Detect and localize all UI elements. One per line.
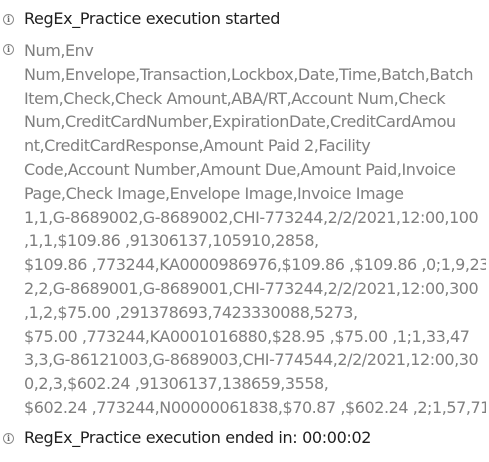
log-output-line: Num,CreditCardNumber,ExpirationDate,Cred… — [24, 112, 456, 132]
log-output-line: ,1,2,$75.00 ,291378693,7423330088,5273, — [24, 302, 358, 322]
log-entry-output[interactable]: i Num,Env Num,Envelope,Transaction,Lockb… — [0, 39, 489, 421]
log-entry-execution-ended[interactable]: i RegEx_Practice execution ended in: 00:… — [0, 426, 489, 452]
log-entry-execution-started[interactable]: i RegEx_Practice execution started — [0, 7, 489, 33]
log-output-line: Num,Envelope,Transaction,Lockbox,Date,Ti… — [24, 64, 474, 84]
log-message-end: RegEx_Practice execution ended in: 00:00… — [24, 428, 372, 447]
info-icon: i — [3, 433, 14, 444]
log-output-line: Num,Env — [24, 41, 94, 60]
log-output-line: nt,CreditCardResponse,Amount Paid 2,Faci… — [24, 136, 371, 156]
log-message-start: RegEx_Practice execution started — [24, 9, 281, 28]
info-icon: i — [3, 14, 14, 25]
log-output-line: Item,Check,Check Amount,ABA/RT,Account N… — [24, 88, 446, 108]
output-log-panel: i RegEx_Practice execution started i Num… — [0, 0, 489, 462]
log-output-line: 0,2,3,$602.24 ,91306137,138659,3558, — [24, 374, 329, 394]
log-output-line: Page,Check Image,Envelope Image,Invoice … — [24, 183, 404, 203]
info-icon: i — [3, 44, 14, 55]
log-output-line: 1,1,G-8689002,G-8689002,CHI-773244,2/2/2… — [24, 207, 479, 227]
log-output-line: 2,2,G-8689001,G-8689001,CHI-773244,2/2/2… — [24, 278, 479, 298]
log-output-line: ,1,1,$109.86 ,91306137,105910,2858, — [24, 231, 319, 251]
log-output-line: Code,Account Number,Amount Due,Amount Pa… — [24, 159, 456, 179]
log-output-line: $109.86 ,773244,KA0000986976,$109.86 ,$1… — [24, 255, 486, 275]
log-output-line: 3,3,G-86121003,G-8689003,CHI-774544,2/2/… — [24, 350, 479, 370]
log-output-line: $602.24 ,773244,N00000061838,$70.87 ,$60… — [24, 397, 486, 417]
log-output-line: $75.00 ,773244,KA0001016880,$28.95 ,$75.… — [24, 326, 470, 346]
log-output-lines: Num,Env Num,Envelope,Transaction,Lockbox… — [24, 39, 486, 420]
